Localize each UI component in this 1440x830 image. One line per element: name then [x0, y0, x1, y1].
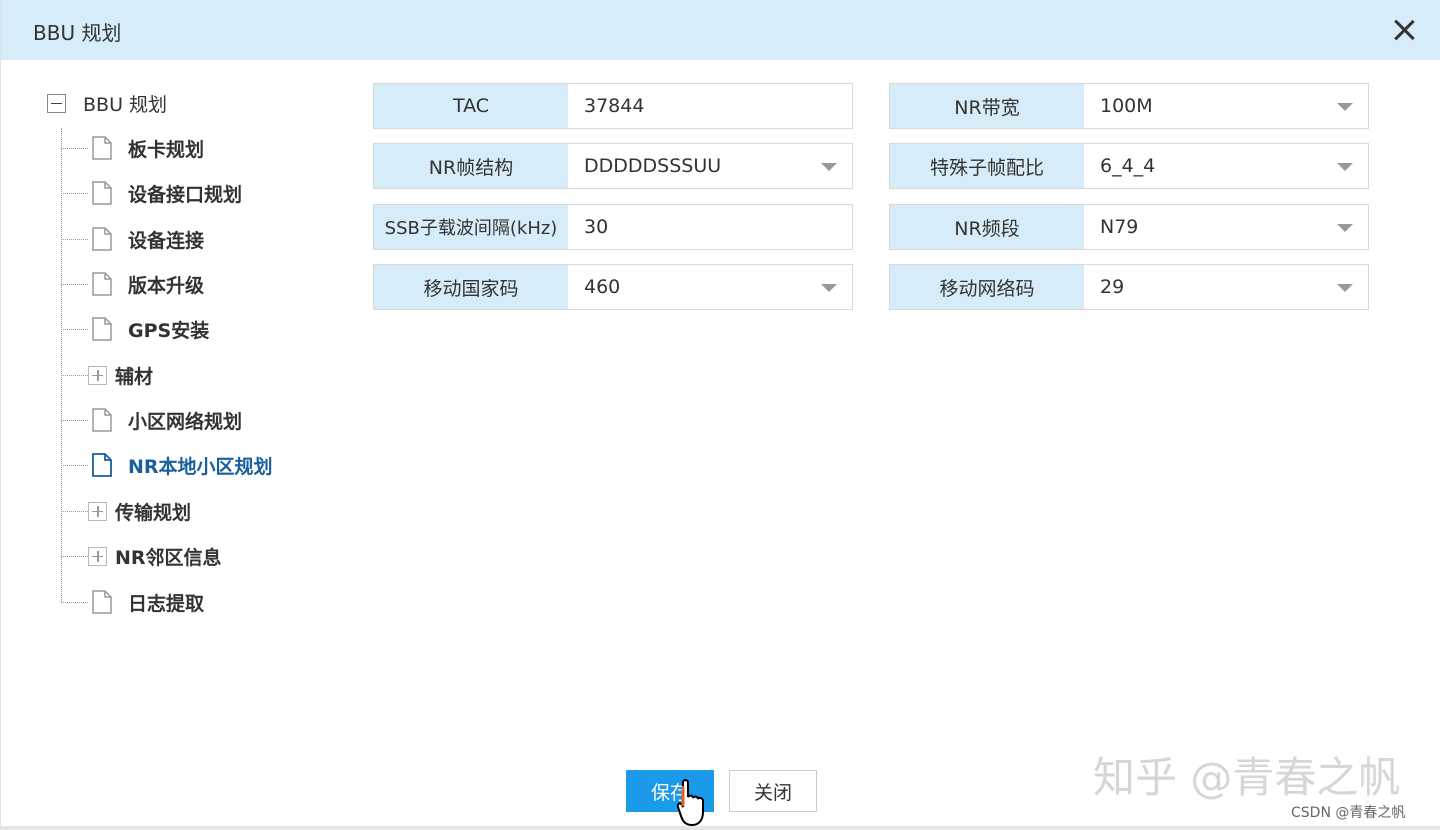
- tree-item-label: 设备连接: [128, 229, 205, 252]
- nr-band-select[interactable]: N79: [1084, 205, 1368, 249]
- tac-label: TAC: [374, 84, 568, 128]
- tree-item-label: 小区网络规划: [128, 410, 243, 433]
- tree-item-label: 板卡规划: [128, 138, 205, 161]
- nr-bandwidth-field[interactable]: NR带宽 100M: [889, 83, 1369, 129]
- tree-item-transport-plan[interactable]: 传输规划: [61, 496, 191, 526]
- tree-item-nr-local-cell-plan[interactable]: NR本地小区规划: [61, 450, 273, 480]
- document-icon: [92, 590, 112, 614]
- bbu-dialog: BBU 规划 BBU 规划 板卡规划 设备接口规划 设备连接 版本升级 GPS安…: [0, 0, 1440, 830]
- mnc-field[interactable]: 移动网络码 29: [889, 264, 1369, 310]
- close-button[interactable]: 关闭: [729, 770, 817, 812]
- document-icon: [92, 408, 112, 432]
- mcc-field[interactable]: 移动国家码 460: [373, 264, 853, 310]
- nav-tree: BBU 规划 板卡规划 设备接口规划 设备连接 版本升级 GPS安装 辅材 小区…: [1, 60, 361, 760]
- special-subframe-ratio-field[interactable]: 特殊子帧配比 6_4_4: [889, 143, 1369, 189]
- tree-item-label: NR本地小区规划: [128, 455, 273, 478]
- document-icon: [92, 272, 112, 296]
- tree-item-interface-plan[interactable]: 设备接口规划: [61, 178, 242, 208]
- zhihu-watermark: 知乎 @青春之帆: [1093, 753, 1401, 802]
- tree-item-label: 日志提取: [128, 592, 205, 615]
- chevron-down-icon[interactable]: [1337, 103, 1353, 111]
- document-icon: [92, 227, 112, 251]
- tac-field[interactable]: TAC 37844: [373, 83, 853, 129]
- nr-frame-structure-select[interactable]: DDDDDSSSUU: [568, 144, 852, 188]
- special-subframe-ratio-label: 特殊子帧配比: [890, 144, 1084, 188]
- chevron-down-icon[interactable]: [821, 163, 837, 171]
- tree-item-label: GPS安装: [128, 319, 210, 342]
- document-icon: [92, 317, 112, 341]
- tree-item-board-plan[interactable]: 板卡规划: [61, 133, 204, 163]
- nr-bandwidth-select[interactable]: 100M: [1084, 84, 1368, 128]
- mnc-select[interactable]: 29: [1084, 265, 1368, 309]
- minus-box-icon[interactable]: [47, 93, 66, 113]
- tree-root-label: BBU 规划: [83, 93, 168, 116]
- document-icon: [92, 453, 112, 477]
- nr-frame-structure-field[interactable]: NR帧结构 DDDDDSSSUU: [373, 143, 853, 189]
- tree-item-label: NR邻区信息: [115, 546, 222, 569]
- document-icon: [92, 181, 112, 205]
- csdn-watermark: CSDN @青春之帆: [1291, 805, 1406, 821]
- chevron-down-icon[interactable]: [821, 284, 837, 292]
- ssb-subcarrier-spacing-field[interactable]: SSB子载波间隔(kHz) 30: [373, 204, 853, 250]
- special-subframe-ratio-select[interactable]: 6_4_4: [1084, 144, 1368, 188]
- tree-item-nr-neighbor-info[interactable]: NR邻区信息: [61, 541, 222, 571]
- tree-item-label: 传输规划: [115, 501, 192, 524]
- mcc-select[interactable]: 460: [568, 265, 852, 309]
- plus-box-icon[interactable]: [88, 365, 107, 385]
- dialog-title: BBU 规划: [33, 21, 122, 45]
- mcc-label: 移动国家码: [374, 265, 568, 309]
- chevron-down-icon[interactable]: [1337, 163, 1353, 171]
- plus-box-icon[interactable]: [88, 546, 107, 566]
- tree-item-materials[interactable]: 辅材: [61, 360, 153, 390]
- nr-band-field[interactable]: NR频段 N79: [889, 204, 1369, 250]
- ssb-subcarrier-spacing-input[interactable]: 30: [568, 205, 852, 249]
- nr-frame-structure-label: NR帧结构: [374, 144, 568, 188]
- tree-item-device-connect[interactable]: 设备连接: [61, 224, 204, 254]
- close-icon[interactable]: [1387, 14, 1421, 48]
- hand-cursor-icon: [677, 778, 704, 827]
- bottom-divider: [1, 826, 1440, 830]
- tree-item-cell-network-plan[interactable]: 小区网络规划: [61, 405, 242, 435]
- mnc-label: 移动网络码: [890, 265, 1084, 309]
- tree-item-label: 版本升级: [128, 274, 205, 297]
- tree-item-gps-install[interactable]: GPS安装: [61, 314, 209, 344]
- nr-band-label: NR频段: [890, 205, 1084, 249]
- tree-item-log-extract[interactable]: 日志提取: [61, 587, 204, 617]
- tree-item-label: 辅材: [115, 365, 154, 388]
- document-icon: [92, 136, 112, 160]
- dialog-titlebar: BBU 规划: [1, 0, 1440, 60]
- tac-input[interactable]: 37844: [568, 84, 852, 128]
- ssb-subcarrier-spacing-label: SSB子载波间隔(kHz): [374, 205, 568, 249]
- nr-bandwidth-label: NR带宽: [890, 84, 1084, 128]
- plus-box-icon[interactable]: [88, 501, 107, 521]
- tree-item-label: 设备接口规划: [128, 183, 243, 206]
- chevron-down-icon[interactable]: [1337, 284, 1353, 292]
- tree-item-version-upgrade[interactable]: 版本升级: [61, 269, 204, 299]
- tree-root[interactable]: BBU 规划: [47, 92, 168, 116]
- chevron-down-icon[interactable]: [1337, 224, 1353, 232]
